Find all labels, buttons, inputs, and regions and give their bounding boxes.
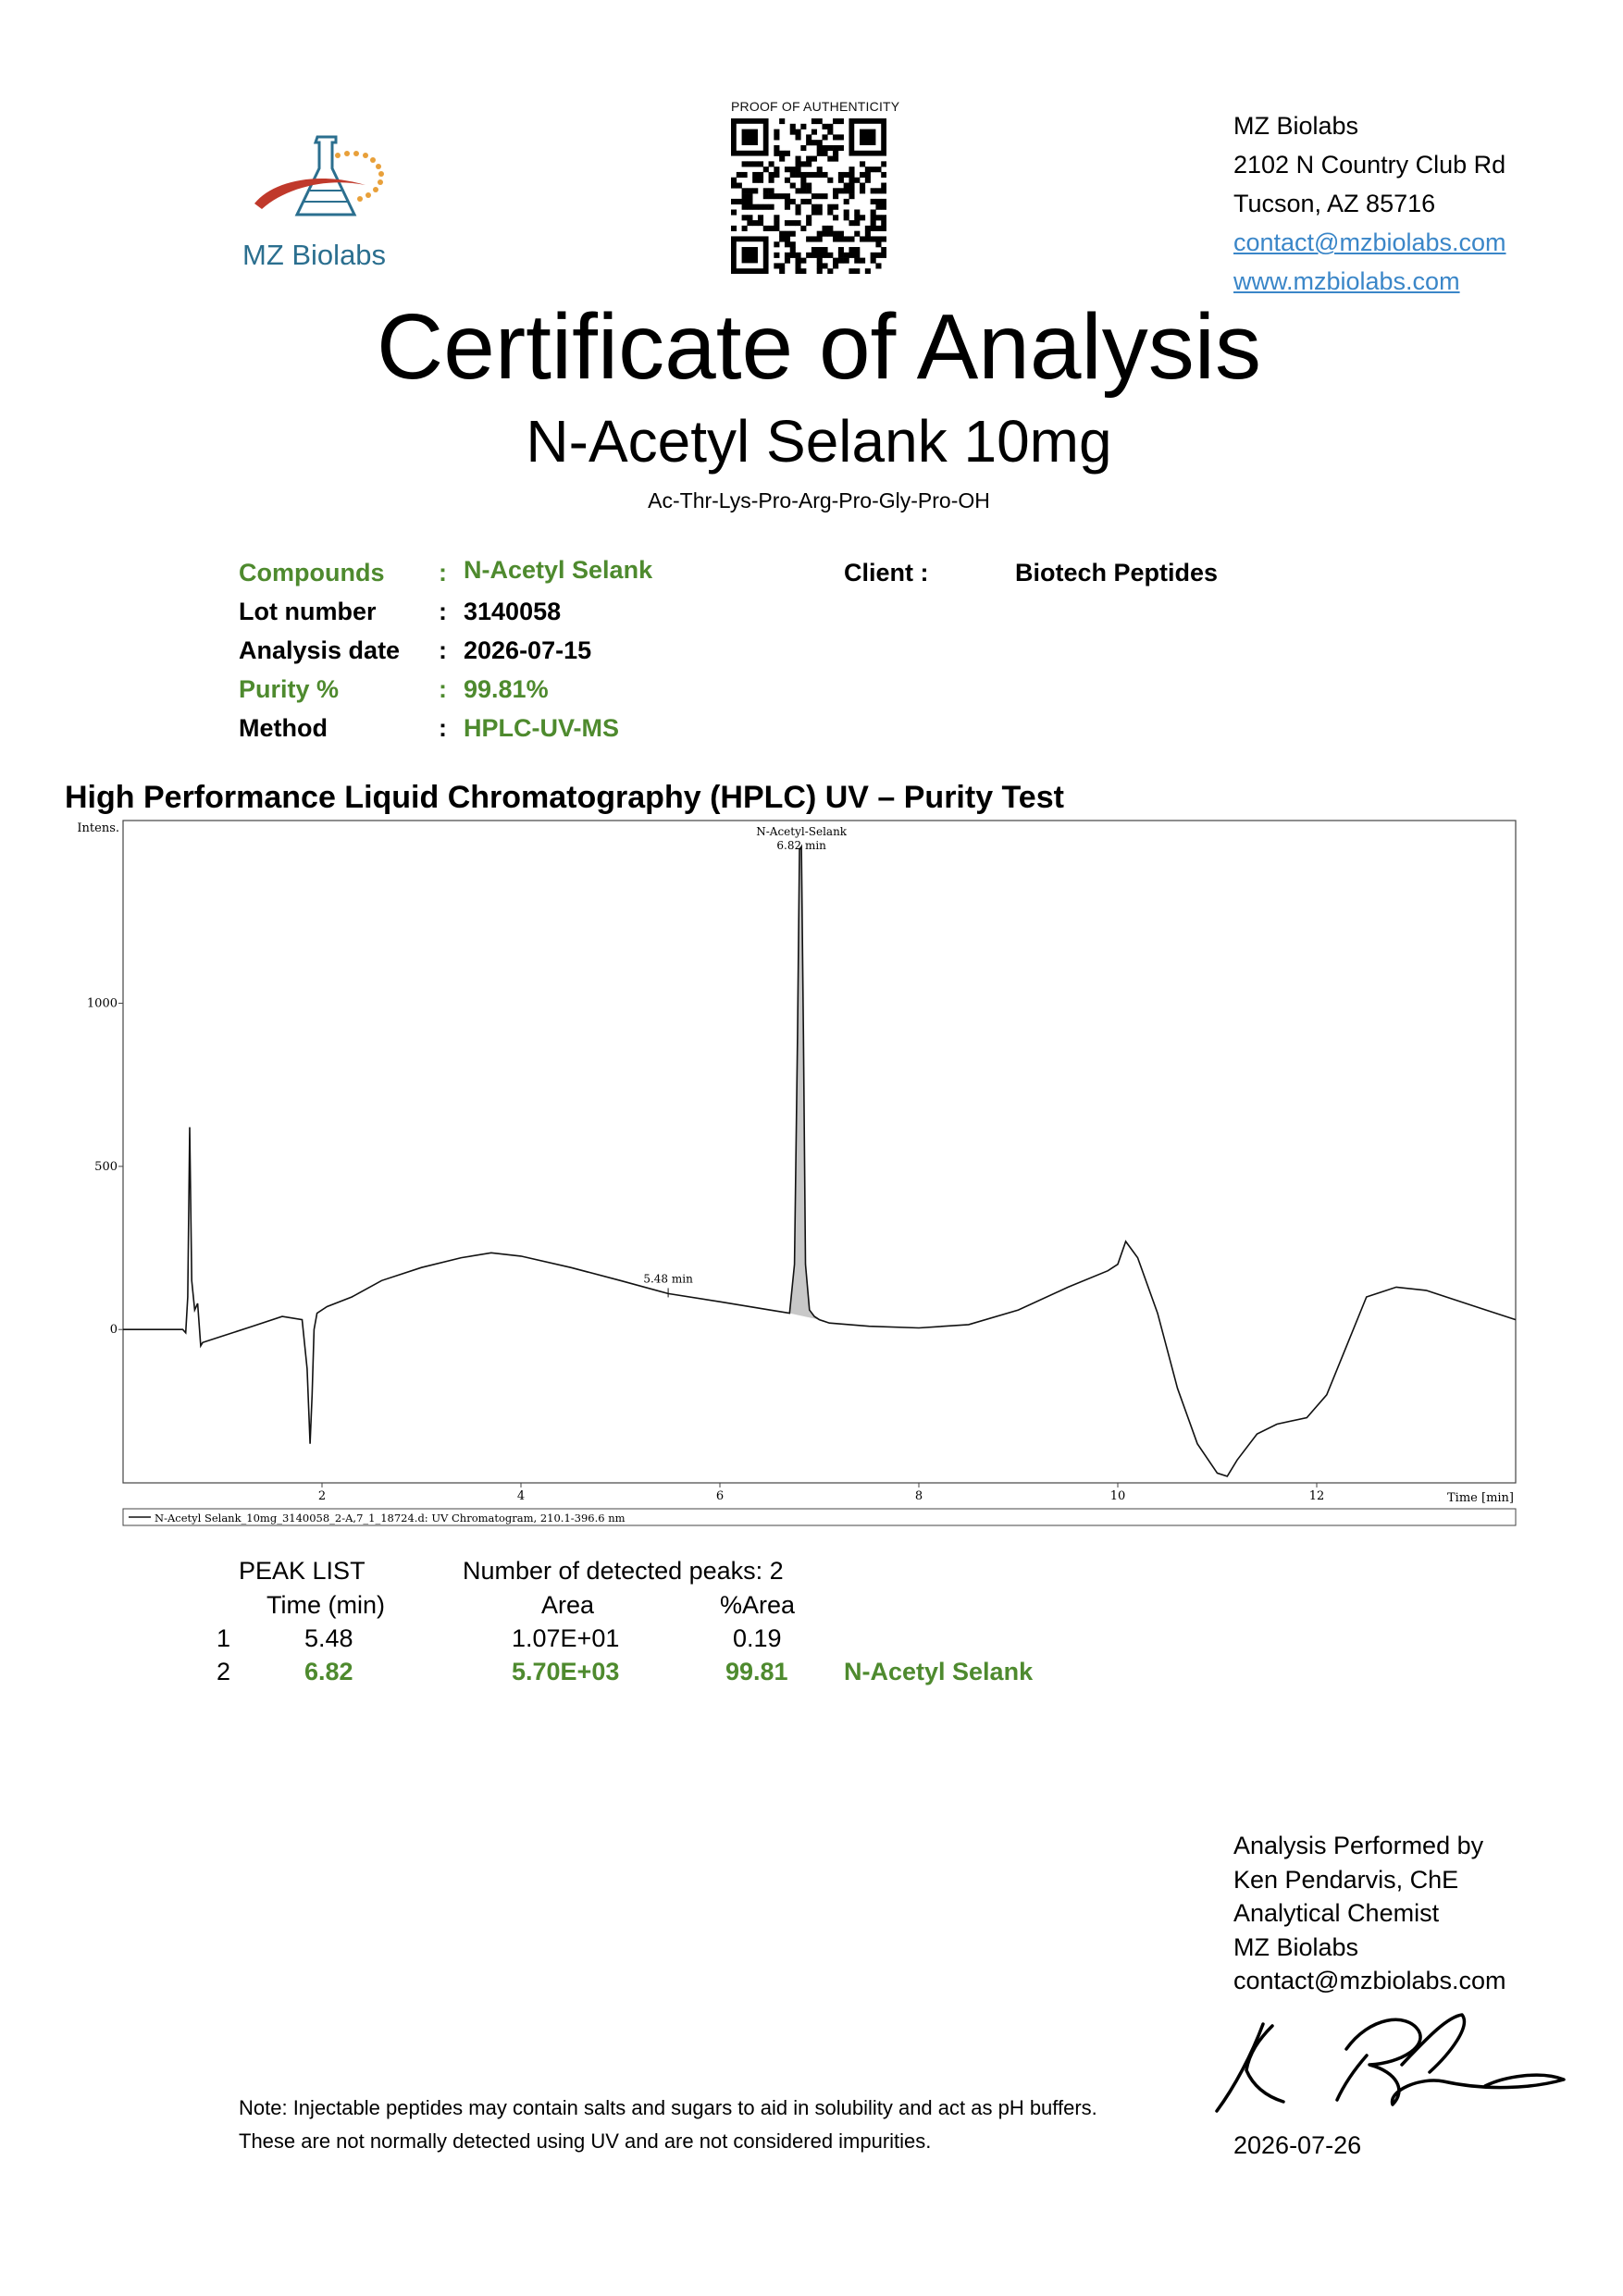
qr-code[interactable] <box>731 118 887 275</box>
address-line-1: 2102 N Country Club Rd <box>1233 151 1506 179</box>
main-peak-time-label: 6.82 min <box>776 839 826 852</box>
legend-label: N-Acetyl Selank_10mg_3140058_2-A,7_1_187… <box>155 1512 626 1524</box>
date-value: 2026-07-15 <box>464 636 592 664</box>
lot-label: Lot number <box>239 598 377 625</box>
plot-frame <box>122 820 1517 1484</box>
y-tick-label: 1000 <box>87 997 118 1011</box>
note-line-1: Note: Injectable peptides may contain sa… <box>239 2096 1097 2119</box>
qr-caption: PROOF OF AUTHENTICITY <box>731 99 900 114</box>
signature-date: 2026-07-26 <box>1233 2131 1362 2159</box>
x-tick-label: 6 <box>716 1489 724 1503</box>
main-peak-label: N-Acetyl-Selank <box>756 825 848 838</box>
hplc-chart: Intens. Time [min] 0 500 1000 2 4 6 8 10 12 N-Acety… <box>0 805 1623 1545</box>
email-link[interactable]: contact@mzbiolabs.com <box>1233 223 1506 262</box>
date-sep: : <box>439 636 447 664</box>
compounds-value: N-Acetyl Selank <box>464 556 653 584</box>
lab-name: MZ Biolabs <box>1233 112 1359 140</box>
analyst-line-1: Analysis Performed by <box>1233 1832 1484 1859</box>
compounds-sep: : <box>439 559 447 586</box>
analyst-company: MZ Biolabs <box>1233 1932 1359 1961</box>
analyst-email: contact@mzbiolabs.com <box>1233 1967 1506 1994</box>
x-tick-label: 2 <box>318 1489 326 1503</box>
row-1-area: 1.07E+01 <box>512 1624 620 1652</box>
purity-sep: : <box>439 675 447 703</box>
row-2-name: N-Acetyl Selank <box>844 1658 1034 1685</box>
row-1-parea: 0.19 <box>733 1624 782 1652</box>
logo-text: MZ Biolabs <box>242 239 387 271</box>
col-parea-header: %Area <box>720 1591 796 1619</box>
col-area-header: Area <box>541 1591 595 1619</box>
company-logo <box>245 130 407 231</box>
purity-value: 99.81% <box>464 675 549 703</box>
note-line-2: These are not normally detected using UV… <box>239 2129 932 2153</box>
purity-label: Purity % <box>239 675 340 703</box>
page-title: Certificate of Analysis <box>377 295 1261 399</box>
row-1-num: 1 <box>217 1624 231 1652</box>
peak-list-title: PEAK LIST <box>239 1557 365 1585</box>
series-line <box>123 844 1517 1477</box>
analyst-name: Ken Pendarvis, ChE <box>1233 1865 1459 1894</box>
lot-sep: : <box>439 598 447 625</box>
method-sep: : <box>439 714 447 742</box>
peak-count: Number of detected peaks: 2 <box>463 1557 784 1585</box>
product-subtitle: N-Acetyl Selank 10mg <box>526 408 1112 475</box>
x-tick-label: 10 <box>1110 1489 1126 1503</box>
y-axis-label: Intens. <box>77 821 119 835</box>
analyst-title: Analytical Chemist <box>1233 1899 1440 1927</box>
method-label: Method <box>239 714 328 742</box>
compounds-label: Compounds <box>239 559 385 586</box>
row-2-parea: 99.81 <box>725 1658 788 1685</box>
method-value: HPLC-UV-MS <box>464 714 619 742</box>
date-label: Analysis date <box>239 636 401 664</box>
x-tick-label: 4 <box>517 1489 525 1503</box>
row-1-time: 5.48 <box>304 1624 353 1652</box>
x-axis-label: Time [min] <box>1447 1491 1514 1505</box>
lab-address: MZ Biolabs 2102 N Country Club Rd Tucson… <box>1233 106 1506 301</box>
minor-peak-label: 5.48 min <box>643 1272 693 1285</box>
y-tick-label: 0 <box>110 1323 118 1337</box>
lot-value: 3140058 <box>464 598 562 625</box>
y-tick-label: 500 <box>94 1160 118 1174</box>
handwritten-signature <box>1208 1998 1578 2128</box>
x-tick-label: 8 <box>915 1489 923 1503</box>
row-2-time: 6.82 <box>304 1658 353 1685</box>
address-line-2: Tucson, AZ 85716 <box>1233 190 1436 217</box>
row-2-area: 5.70E+03 <box>512 1658 620 1685</box>
x-tick-label: 12 <box>1309 1489 1325 1503</box>
row-2-num: 2 <box>217 1658 231 1685</box>
col-time-header: Time (min) <box>266 1591 385 1619</box>
analyst-block: Analysis Performed by Ken Pendarvis, ChE… <box>1233 1829 1506 1998</box>
client-label: Client : <box>844 559 929 586</box>
client-value: Biotech Peptides <box>1015 559 1219 586</box>
peptide-sequence: Ac-Thr-Lys-Pro-Arg-Pro-Gly-Pro-OH <box>648 488 990 512</box>
